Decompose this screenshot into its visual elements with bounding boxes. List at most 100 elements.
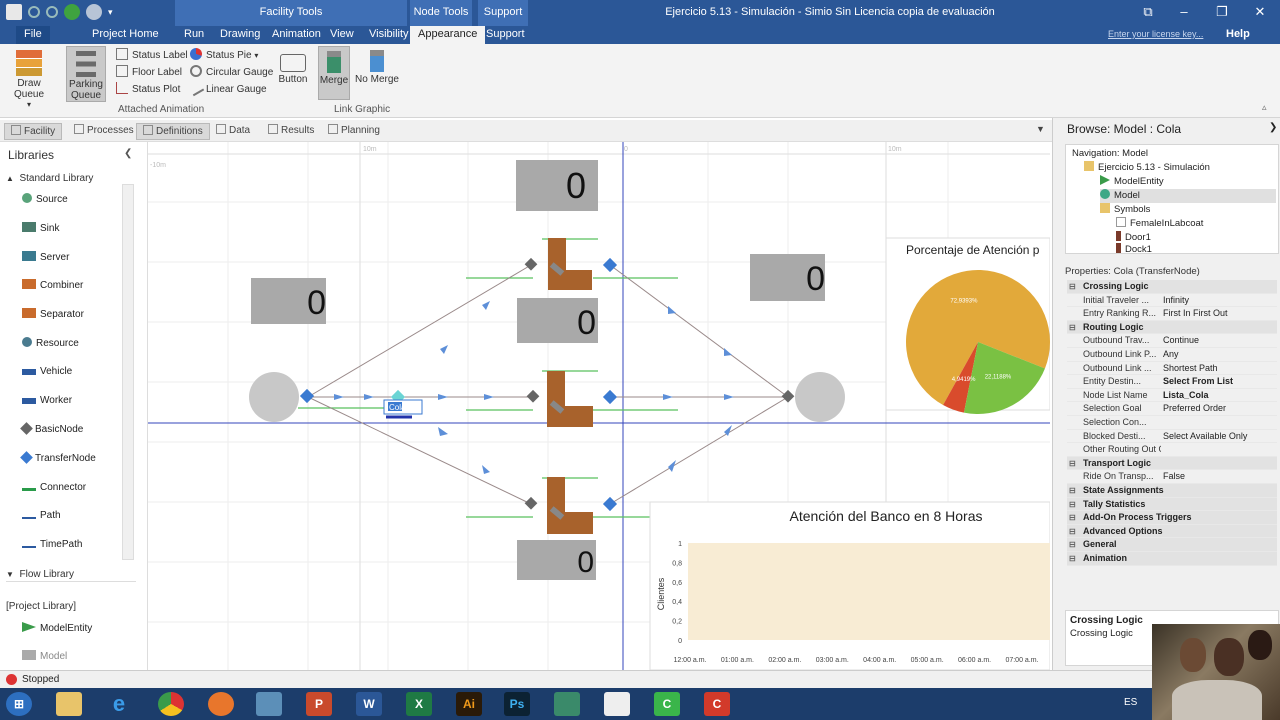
chrome-icon[interactable] — [158, 692, 184, 716]
property-row[interactable]: Selection Con... — [1067, 416, 1277, 430]
restore-ribbon-icon[interactable]: ⧉ — [1134, 3, 1162, 23]
status-pie-button[interactable]: Status Pie ▾ — [190, 48, 258, 64]
input-node[interactable] — [781, 389, 795, 403]
collapse-browse-icon[interactable]: ❯ — [1269, 122, 1277, 133]
property-value[interactable]: Infinity — [1163, 294, 1275, 308]
property-value[interactable]: First In First Out — [1163, 307, 1275, 321]
flow-library-header[interactable]: ▼ Flow Library — [6, 568, 136, 582]
sink-object[interactable] — [795, 372, 845, 422]
expand-icon[interactable]: ⊟ — [1069, 511, 1076, 525]
library-item-basicnode[interactable]: BasicNode — [20, 420, 83, 440]
internet-explorer-icon[interactable]: e — [106, 692, 132, 716]
server-object[interactable] — [547, 371, 593, 427]
windows-start-icon[interactable]: ⊞ — [6, 692, 32, 716]
collapse-libraries-icon[interactable]: ❮ — [124, 148, 132, 159]
minimize-button[interactable]: – — [1170, 3, 1198, 23]
server-object[interactable] — [548, 238, 592, 290]
property-category[interactable]: ⊟ Advanced Options — [1067, 524, 1277, 539]
expand-icon[interactable]: ⊟ — [1069, 484, 1076, 498]
status-plot-button[interactable]: Status Plot — [116, 82, 180, 98]
basic-node[interactable] — [524, 257, 538, 271]
property-value[interactable]: Lista_Cola — [1163, 389, 1275, 403]
tab-drawing[interactable]: Drawing — [212, 26, 268, 44]
library-item-connector[interactable]: Connector — [22, 478, 86, 498]
circular-gauge-button[interactable]: Circular Gauge — [190, 65, 273, 81]
tab-visibility[interactable]: Visibility — [361, 26, 417, 44]
property-row[interactable]: Entity Destin... Select From List — [1067, 375, 1277, 389]
expand-icon[interactable]: ⊟ — [1069, 457, 1076, 471]
property-category[interactable]: ⊟ General — [1067, 538, 1277, 552]
tree-item-symbols[interactable]: Symbols — [1100, 203, 1150, 217]
library-item-combiner[interactable]: Combiner — [22, 276, 83, 296]
close-button[interactable]: ✕ — [1246, 3, 1274, 23]
expand-icon[interactable]: ⊟ — [1069, 552, 1076, 566]
library-item-timepath[interactable]: TimePath — [22, 535, 82, 555]
library-item-path[interactable]: Path — [22, 506, 61, 526]
linear-gauge-button[interactable]: Linear Gauge — [187, 79, 267, 98]
property-category[interactable]: ⊟ Crossing Logic — [1067, 280, 1277, 294]
output-node[interactable] — [299, 388, 315, 404]
input-language[interactable]: ES — [1124, 697, 1137, 708]
property-row[interactable]: Entry Ranking R... First In First Out — [1067, 307, 1277, 321]
floor-label-button[interactable]: Floor Label — [116, 65, 182, 81]
tab-results[interactable]: Results — [262, 123, 320, 140]
transfer-node[interactable] — [602, 496, 618, 512]
tab-facility[interactable]: Facility — [4, 123, 63, 140]
photoshop-icon[interactable]: Ps — [504, 692, 530, 716]
property-category[interactable]: ⊟ Animation — [1067, 552, 1277, 566]
collapse-ribbon-icon[interactable]: ▵ — [1262, 102, 1267, 113]
transfer-node[interactable] — [602, 257, 618, 273]
tab-project-home[interactable]: Project Home — [84, 26, 167, 44]
qat-dropdown-icon[interactable]: ▾ — [108, 4, 113, 20]
library-item-modelentity[interactable]: ModelEntity — [22, 619, 92, 639]
tab-support[interactable]: Support — [478, 26, 533, 44]
draw-queue-button[interactable]: Draw Queue ▾ — [6, 46, 52, 109]
illustrator-icon[interactable]: Ai — [456, 692, 482, 716]
property-category[interactable]: ⊟ Add-On Process Triggers — [1067, 511, 1277, 525]
property-value[interactable]: Preferred Order — [1163, 402, 1275, 416]
property-category[interactable]: ⊟ Transport Logic — [1067, 456, 1277, 471]
tab-data[interactable]: Data — [210, 123, 256, 140]
control-panel-icon[interactable] — [256, 692, 282, 716]
property-value[interactable]: Select Available Only — [1163, 430, 1275, 444]
property-row[interactable]: Blocked Desti... Select Available Only — [1067, 430, 1277, 444]
tab-appearance[interactable]: Appearance — [410, 26, 486, 44]
property-value[interactable]: Any — [1163, 348, 1275, 362]
tree-item-project[interactable]: Ejercicio 5.13 - Simulación — [1084, 161, 1210, 175]
basic-node[interactable] — [524, 496, 538, 510]
camtasia-red-icon[interactable]: C — [704, 692, 730, 716]
notepad-icon[interactable] — [604, 692, 630, 716]
word-icon[interactable]: W — [356, 692, 382, 716]
expand-icon[interactable]: ⊟ — [1069, 498, 1076, 512]
standard-library-header[interactable]: ▲ Standard Library — [6, 172, 136, 186]
tree-item-modelentity[interactable]: ModelEntity — [1100, 175, 1164, 189]
tab-run[interactable]: Run — [176, 26, 212, 44]
library-item-source[interactable]: Source — [22, 190, 68, 210]
powerpoint-icon[interactable]: P — [306, 692, 332, 716]
library-item-transfernode[interactable]: TransferNode — [20, 449, 96, 469]
property-value[interactable]: Shortest Path — [1163, 362, 1275, 376]
tab-processes[interactable]: Processes — [68, 123, 140, 140]
property-row[interactable]: Initial Traveler ... Infinity — [1067, 294, 1277, 308]
file-explorer-icon[interactable] — [56, 692, 82, 716]
property-value[interactable]: Select From List — [1163, 375, 1275, 389]
undo-icon[interactable] — [28, 6, 40, 18]
expand-icon[interactable]: ⊟ — [1069, 280, 1076, 294]
property-row[interactable]: Node List Name Lista_Cola — [1067, 389, 1277, 403]
library-item-worker[interactable]: Worker — [22, 391, 72, 411]
basic-node[interactable] — [526, 389, 540, 403]
property-row[interactable]: Outbound Link ... Shortest Path — [1067, 362, 1277, 376]
run-icon[interactable] — [64, 4, 80, 20]
view-tabs-dropdown-icon[interactable]: ▼ — [1036, 124, 1045, 134]
property-row[interactable]: Selection Goal Preferred Order — [1067, 402, 1277, 416]
parking-queue-button[interactable]: Parking Queue — [66, 46, 106, 102]
property-category[interactable]: ⊟ Tally Statistics — [1067, 497, 1277, 512]
excel-icon[interactable]: X — [406, 692, 432, 716]
property-value[interactable]: False — [1163, 470, 1275, 484]
splitter-handle-left[interactable]: ⋮ — [148, 398, 149, 409]
no-merge-button[interactable]: No Merge — [354, 46, 400, 100]
source-object[interactable] — [249, 372, 299, 422]
tab-view[interactable]: View — [322, 26, 362, 44]
merge-button[interactable]: Merge — [318, 46, 350, 100]
library-item-sink[interactable]: Sink — [22, 219, 59, 239]
